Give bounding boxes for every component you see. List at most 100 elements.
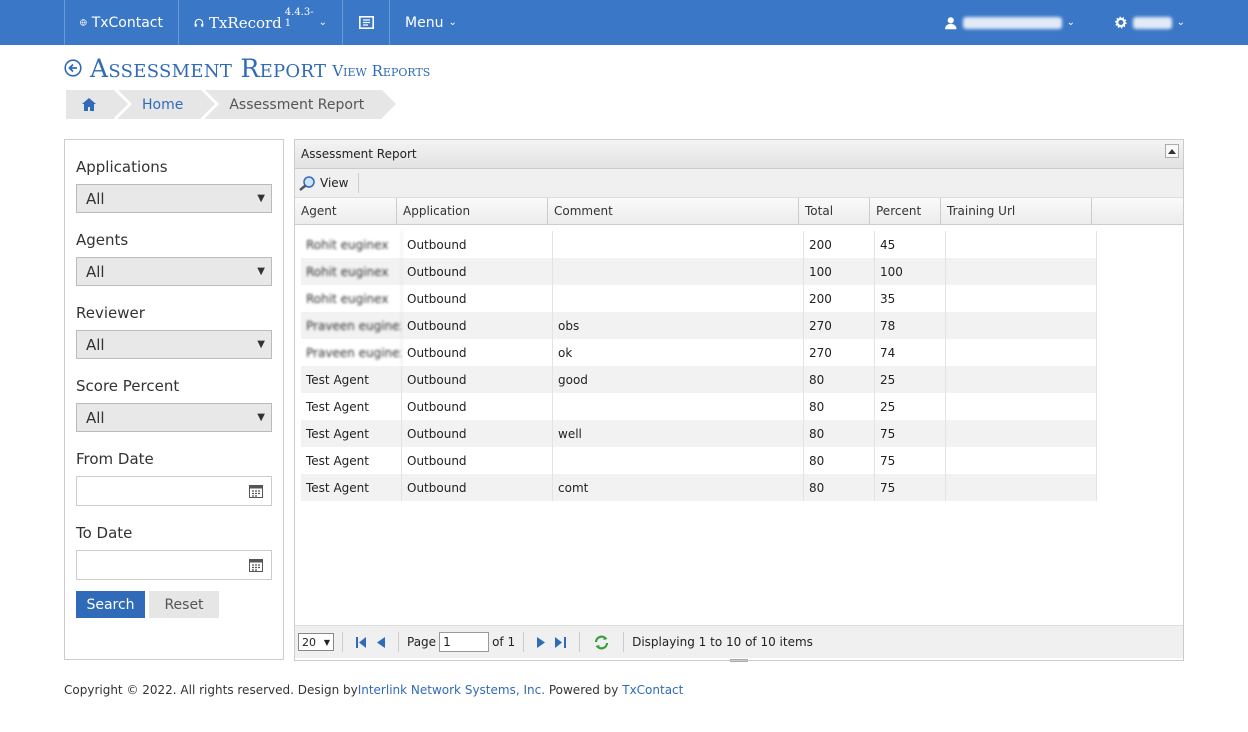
applications-select[interactable]: All ▼ (76, 184, 272, 213)
pager-separator (579, 632, 581, 652)
chevron-down-icon: ⌄ (1176, 17, 1185, 28)
first-page-button[interactable] (356, 636, 367, 648)
book-icon (358, 16, 374, 29)
table-row[interactable]: Test Agent Outbound well 80 75 (301, 420, 1097, 447)
triangle-up-icon (1168, 148, 1176, 154)
page-title-text: Assessment Report (90, 53, 327, 83)
reviewer-select[interactable]: All ▼ (76, 330, 272, 359)
cell-agent: Test Agent (301, 474, 402, 501)
grid-title-bar: Assessment Report (295, 140, 1183, 169)
back-arrow-icon[interactable] (64, 59, 82, 77)
magnifier-icon (299, 175, 315, 191)
page-number-input[interactable]: 1 (439, 632, 490, 652)
breadcrumb-current: Assessment Report (205, 90, 401, 119)
nav-txcontact[interactable]: TxContact (64, 0, 179, 45)
applications-label: Applications (76, 158, 168, 176)
cell-percent: 25 (875, 366, 946, 393)
reviewer-value: All (86, 335, 105, 354)
table-row[interactable]: Praveen euginex Outbound ok 270 74 (301, 339, 1097, 366)
cell-agent: Rohit euginex (301, 285, 402, 312)
column-header-total[interactable]: Total (799, 198, 870, 224)
cell-comment (553, 231, 804, 258)
cell-comment (553, 393, 804, 420)
user-name-redacted (962, 16, 1062, 29)
applications-value: All (86, 189, 105, 208)
column-header-percent[interactable]: Percent (870, 198, 941, 224)
cell-total: 80 (804, 474, 875, 501)
chevron-down-icon: ▼ (257, 266, 265, 277)
cell-training-url (946, 420, 1097, 447)
cell-application: Outbound (402, 474, 553, 501)
calendar-icon[interactable] (249, 558, 263, 572)
resize-handle[interactable] (730, 659, 748, 662)
page-label: Page (407, 635, 437, 649)
to-date-label: To Date (76, 524, 133, 542)
column-header-agent[interactable]: Agent (295, 198, 397, 224)
breadcrumb-home-icon-link[interactable] (66, 90, 132, 119)
nav-settings-menu[interactable]: ⌄ (1100, 0, 1200, 45)
cell-percent: 75 (875, 474, 946, 501)
table-row[interactable]: Test Agent Outbound 80 75 (301, 447, 1097, 474)
grid-toolbar: View (295, 169, 1183, 198)
table-row[interactable]: Test Agent Outbound 80 25 (301, 393, 1097, 420)
cell-application: Outbound (402, 420, 553, 447)
nav-menu[interactable]: Menu ⌄ (390, 0, 470, 45)
from-date-field[interactable] (76, 476, 272, 506)
column-header-training-url[interactable]: Training Url (941, 198, 1092, 224)
cell-comment: obs (553, 312, 804, 339)
footer-powered-link[interactable]: TxContact (622, 683, 683, 697)
cell-comment: well (553, 420, 804, 447)
search-button[interactable]: Search (76, 591, 145, 618)
score-percent-select[interactable]: All ▼ (76, 403, 272, 432)
pager-separator (623, 632, 625, 652)
agents-select[interactable]: All ▼ (76, 257, 272, 286)
column-header-application[interactable]: Application (397, 198, 548, 224)
cell-comment: good (553, 366, 804, 393)
column-header-comment[interactable]: Comment (548, 198, 799, 224)
score-percent-label: Score Percent (76, 377, 180, 395)
chevron-down-icon: ⌄ (448, 17, 457, 28)
cell-percent: 25 (875, 393, 946, 420)
next-page-button[interactable] (537, 636, 546, 648)
cell-application: Outbound (402, 339, 553, 366)
to-date-field[interactable] (76, 550, 272, 580)
prev-page-icon (377, 636, 385, 648)
grid-body: Rohit euginex Outbound 200 45 Rohit euginex O… (301, 231, 1097, 501)
table-row[interactable]: Rohit euginex Outbound 100 100 (301, 258, 1097, 285)
nav-books[interactable] (343, 0, 390, 45)
refresh-button[interactable] (593, 635, 610, 650)
pager-status: Displaying 1 to 10 of 10 items (632, 635, 813, 649)
table-row[interactable]: Rohit euginex Outbound 200 45 (301, 231, 1097, 258)
last-page-button[interactable] (555, 636, 567, 648)
grid-header: Agent Application Comment Total Percent … (295, 198, 1183, 225)
cell-total: 80 (804, 366, 875, 393)
footer-design-link[interactable]: Interlink Network Systems, Inc. (358, 683, 545, 697)
footer-copyright: Copyright © 2022. All rights reserved. D… (64, 683, 358, 697)
cell-agent: Test Agent (301, 447, 402, 474)
chevron-down-icon: ⌄ (1066, 17, 1075, 28)
cell-total: 80 (804, 393, 875, 420)
chevron-down-icon: ▼ (257, 339, 265, 350)
nav-menu-label: Menu (405, 14, 444, 31)
nav-txrecord[interactable]: TxRecord 4.4.3-1 ⌄ (179, 0, 343, 45)
nav-user-menu[interactable]: ⌄ (930, 0, 1090, 45)
cell-total: 270 (804, 339, 875, 366)
grid-title: Assessment Report (301, 147, 417, 161)
cell-total: 80 (804, 420, 875, 447)
cell-percent: 100 (875, 258, 946, 285)
table-row[interactable]: Test Agent Outbound good 80 25 (301, 366, 1097, 393)
prev-page-button[interactable] (377, 636, 385, 648)
cell-training-url (946, 285, 1097, 312)
cell-training-url (946, 312, 1097, 339)
table-row[interactable]: Praveen euginex Outbound obs 270 78 (301, 312, 1097, 339)
cell-percent: 75 (875, 420, 946, 447)
view-button[interactable]: View (299, 173, 360, 193)
table-row[interactable]: Test Agent Outbound comt 80 75 (301, 474, 1097, 501)
cell-total: 200 (804, 285, 875, 312)
page-size-select[interactable]: 20 ▼ (298, 633, 334, 651)
table-row[interactable]: Rohit euginex Outbound 200 35 (301, 285, 1097, 312)
cell-total: 200 (804, 231, 875, 258)
collapse-button[interactable] (1165, 144, 1179, 158)
calendar-icon[interactable] (249, 484, 263, 498)
reset-button[interactable]: Reset (149, 591, 219, 618)
